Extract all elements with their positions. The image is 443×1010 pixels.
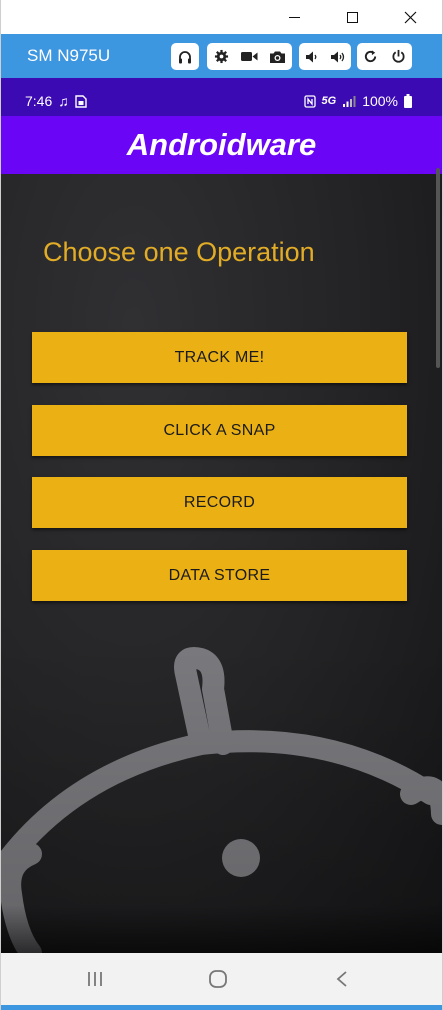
- maximize-icon: [346, 11, 358, 23]
- navigation-bar: [1, 953, 442, 1005]
- signal-icon: [343, 96, 356, 107]
- network-type: 5G: [321, 95, 337, 107]
- screenshot-button[interactable]: [263, 43, 291, 70]
- settings-button[interactable]: [207, 43, 235, 70]
- status-bar-top: [1, 78, 442, 86]
- window-bottom-edge: [1, 1005, 442, 1010]
- power-icon: [392, 49, 405, 63]
- power-button[interactable]: [385, 43, 413, 70]
- nfc-icon: [303, 94, 316, 108]
- click-a-snap-button[interactable]: CLICK A SNAP: [32, 405, 407, 456]
- track-me-button[interactable]: TRACK ME!: [32, 332, 407, 383]
- minimize-icon: [288, 16, 300, 18]
- audio-group: [171, 43, 199, 70]
- phone-screen: 7:46 ♫ 5G 100% Androidware Choose one Op…: [1, 78, 442, 1010]
- minimize-button[interactable]: [271, 0, 317, 34]
- rotate-icon: [365, 50, 377, 63]
- main-content: Choose one Operation TRACK ME! CLICK A S…: [1, 174, 442, 953]
- battery-icon: [404, 94, 412, 108]
- back-icon: [336, 971, 347, 987]
- back-button[interactable]: [297, 953, 387, 1005]
- device-name: SM N975U: [27, 46, 111, 65]
- sim-card-icon: [75, 94, 87, 108]
- device-group: [357, 43, 412, 70]
- page-heading: Choose one Operation: [43, 237, 315, 267]
- app-bar: Androidware: [1, 116, 442, 174]
- headphones-icon: [179, 50, 191, 63]
- emulator-toolbar: SM N975U: [1, 34, 442, 78]
- record-video-button[interactable]: [235, 43, 263, 70]
- rotate-button[interactable]: [357, 43, 385, 70]
- android-background-image: [1, 634, 442, 953]
- scrollbar[interactable]: [436, 168, 440, 368]
- emulator-window: SM N975U 7:46 ♫ 5G 100% Androidware Choo…: [0, 0, 443, 1010]
- volume-up-button[interactable]: [325, 43, 351, 70]
- home-button[interactable]: [173, 953, 263, 1005]
- video-camera-icon: [240, 52, 257, 61]
- maximize-button[interactable]: [329, 0, 375, 34]
- headphones-button[interactable]: [171, 43, 199, 70]
- volume-down-icon: [306, 51, 317, 62]
- volume-group: [299, 43, 351, 70]
- home-icon: [209, 970, 227, 988]
- capture-group: [207, 43, 292, 70]
- volume-down-button[interactable]: [299, 43, 325, 70]
- window-titlebar: [1, 0, 442, 34]
- status-bar: 7:46 ♫ 5G 100%: [1, 86, 442, 116]
- recents-icon: [88, 972, 102, 986]
- record-button[interactable]: RECORD: [32, 477, 407, 528]
- clock: 7:46: [25, 93, 53, 109]
- gear-icon: [214, 49, 228, 64]
- close-icon: [404, 11, 416, 23]
- music-icon: ♫: [58, 93, 69, 109]
- recents-button[interactable]: [50, 953, 140, 1005]
- data-store-button[interactable]: DATA STORE: [32, 550, 407, 601]
- close-button[interactable]: [387, 0, 433, 34]
- volume-up-icon: [331, 51, 345, 62]
- camera-icon: [269, 51, 285, 63]
- app-title: Androidware: [126, 127, 317, 162]
- battery-level: 100%: [362, 93, 398, 109]
